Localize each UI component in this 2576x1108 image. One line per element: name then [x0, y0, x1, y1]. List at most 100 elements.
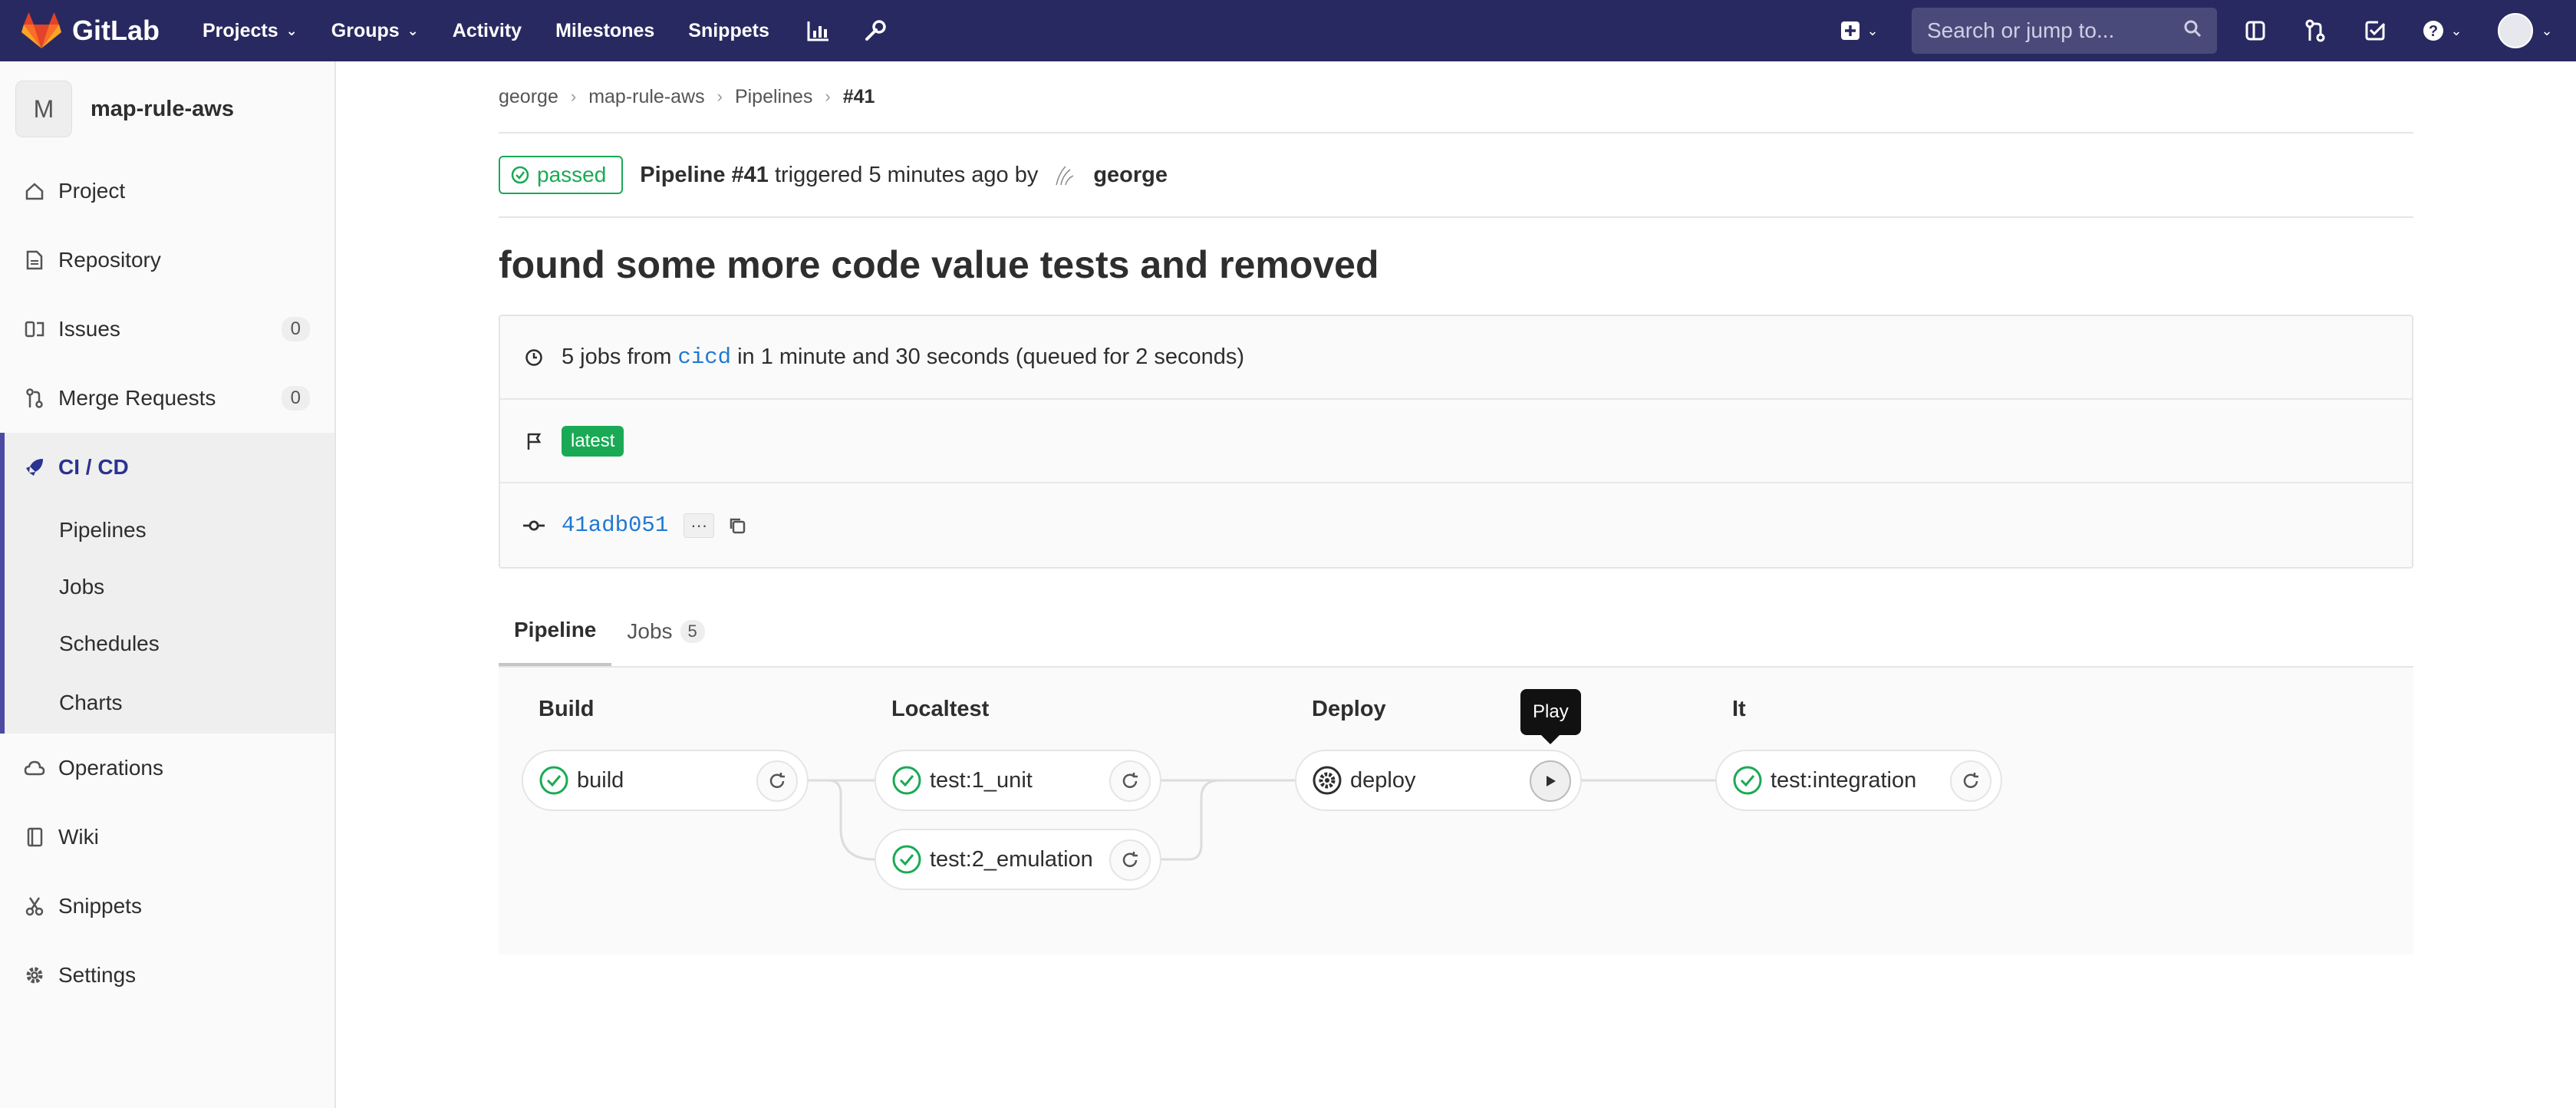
- breadcrumb-pipelines[interactable]: Pipelines: [735, 86, 812, 108]
- job-test-integration[interactable]: test:integration: [1715, 750, 2002, 811]
- check-circle-icon: [539, 766, 568, 795]
- pipeline-user[interactable]: george: [1093, 163, 1168, 188]
- book-icon: [23, 826, 46, 849]
- job-build[interactable]: build: [522, 750, 809, 811]
- sidebar-item-label: Project: [58, 179, 126, 203]
- copy-icon[interactable]: [725, 513, 749, 538]
- play-icon[interactable]: [1530, 760, 1571, 802]
- jobs-summary-prefix: 5 jobs from: [562, 345, 672, 369]
- pipeline-tabs: Pipeline Jobs 5: [499, 598, 2413, 668]
- job-test-1-unit[interactable]: test:1_unit: [875, 750, 1161, 811]
- gitlab-logo[interactable]: GitLab: [21, 12, 160, 50]
- merge-request-icon[interactable]: [2300, 15, 2331, 46]
- chart-icon[interactable]: [803, 15, 834, 46]
- pipeline-header: passed Pipeline #41 triggered 5 minutes …: [499, 134, 2413, 218]
- brand-name: GitLab: [72, 15, 160, 46]
- pipeline-id: Pipeline #41: [640, 162, 769, 187]
- breadcrumb: george › map-rule-aws › Pipelines › #41: [499, 61, 2413, 134]
- sidebar-item-settings[interactable]: Settings: [0, 941, 334, 1010]
- search-box[interactable]: [1912, 8, 2217, 54]
- expand-commit-button[interactable]: ···: [684, 513, 715, 538]
- check-circle-icon: [511, 166, 529, 184]
- pipeline-triggered: triggered 5 minutes ago by: [774, 162, 1039, 187]
- cicd-section: CI / CD Pipelines Jobs Schedules Charts: [0, 433, 334, 734]
- branch-link[interactable]: cicd: [677, 345, 731, 370]
- sidebar-subitem-charts[interactable]: Charts: [5, 672, 334, 734]
- retry-icon[interactable]: [1109, 839, 1151, 881]
- sidebar-subitem-schedules[interactable]: Schedules: [5, 615, 334, 672]
- sidebar-item-label: Settings: [58, 963, 137, 987]
- job-name: test:integration: [1771, 767, 1917, 793]
- project-header[interactable]: M map-rule-aws: [0, 61, 334, 157]
- merge-icon: [23, 387, 46, 410]
- project-sidebar: M map-rule-aws Project Repository Issues…: [0, 61, 336, 1108]
- scissors-icon: [23, 895, 46, 918]
- todo-icon[interactable]: [2360, 15, 2390, 46]
- sidebar-item-issues[interactable]: Issues 0: [0, 295, 334, 364]
- tab-pipeline-label: Pipeline: [514, 617, 597, 641]
- sidebar-item-merge-requests[interactable]: Merge Requests 0: [0, 364, 334, 433]
- sidebar-item-wiki[interactable]: Wiki: [0, 803, 334, 872]
- chevron-right-icon: ›: [716, 87, 723, 106]
- sidebar-subitem-jobs[interactable]: Jobs: [5, 559, 334, 615]
- home-icon: [23, 180, 46, 203]
- project-name: map-rule-aws: [91, 96, 234, 121]
- help-icon[interactable]: ? ⌄: [2420, 15, 2466, 46]
- cloud-icon: [23, 757, 46, 780]
- latest-badge: latest: [562, 425, 624, 457]
- gear-icon: [23, 964, 46, 987]
- retry-icon[interactable]: [1109, 760, 1151, 802]
- sidebar-item-label: Wiki: [58, 825, 99, 849]
- chevron-right-icon: ›: [825, 87, 831, 106]
- job-name: test:2_emulation: [930, 846, 1093, 872]
- sidebar-item-cicd[interactable]: CI / CD: [5, 433, 334, 502]
- sidebar-item-project[interactable]: Project: [0, 157, 334, 226]
- sidebar-toggle-icon[interactable]: [2240, 15, 2271, 46]
- doc-icon: [23, 249, 46, 272]
- breadcrumb-project[interactable]: map-rule-aws: [588, 86, 704, 108]
- breadcrumb-user[interactable]: george: [499, 86, 558, 108]
- page-title: found some more code value tests and rem…: [499, 243, 1379, 286]
- search-input[interactable]: [1927, 18, 2172, 43]
- tab-pipeline[interactable]: Pipeline: [499, 596, 612, 666]
- commit-sha-link[interactable]: 41adb051: [562, 513, 668, 538]
- search-icon: [2183, 18, 2202, 43]
- chevron-down-icon: ⌄: [285, 22, 298, 38]
- job-name: deploy: [1350, 767, 1416, 793]
- nav-groups[interactable]: Groups ⌄: [331, 20, 419, 42]
- check-circle-icon: [892, 845, 921, 874]
- nav-projects-label: Projects: [203, 19, 278, 41]
- play-tooltip: Play: [1520, 689, 1581, 744]
- nav-projects[interactable]: Projects ⌄: [203, 20, 298, 42]
- manual-gear-icon: [1313, 766, 1342, 795]
- breadcrumb-current[interactable]: #41: [843, 86, 875, 108]
- status-badge[interactable]: passed: [499, 156, 624, 194]
- nav-groups-label: Groups: [331, 19, 400, 41]
- retry-icon[interactable]: [1950, 760, 1991, 802]
- user-menu[interactable]: ⌄: [2495, 13, 2556, 48]
- tab-jobs-label: Jobs: [627, 618, 673, 643]
- main-content: george › map-rule-aws › Pipelines › #41 …: [499, 61, 2413, 955]
- job-deploy[interactable]: deploy: [1295, 750, 1582, 811]
- job-test-2-emulation[interactable]: test:2_emulation: [875, 829, 1161, 890]
- stage-title-localtest: Localtest: [891, 697, 990, 721]
- nav-activity[interactable]: Activity: [453, 20, 522, 42]
- sidebar-item-operations[interactable]: Operations: [0, 734, 334, 803]
- nav-milestones[interactable]: Milestones: [555, 20, 654, 42]
- nav-snippets[interactable]: Snippets: [688, 20, 769, 42]
- commit-row: 41adb051 ···: [500, 483, 2412, 567]
- sidebar-item-repository[interactable]: Repository: [0, 226, 334, 295]
- sidebar-item-label: Issues: [58, 317, 120, 341]
- new-item-icon[interactable]: ⌄: [1836, 15, 1883, 46]
- wrench-icon[interactable]: [860, 15, 891, 46]
- sidebar-subitem-pipelines[interactable]: Pipelines: [5, 502, 334, 559]
- svg-text:?: ?: [2429, 23, 2438, 40]
- rocket-icon: [23, 456, 46, 479]
- sidebar-item-snippets[interactable]: Snippets: [0, 872, 334, 941]
- tags-row: latest: [500, 400, 2412, 483]
- retry-icon[interactable]: [756, 760, 798, 802]
- status-label: passed: [537, 163, 607, 186]
- flag-icon: [523, 430, 545, 452]
- tab-jobs[interactable]: Jobs 5: [611, 596, 720, 666]
- issues-icon: [23, 318, 46, 341]
